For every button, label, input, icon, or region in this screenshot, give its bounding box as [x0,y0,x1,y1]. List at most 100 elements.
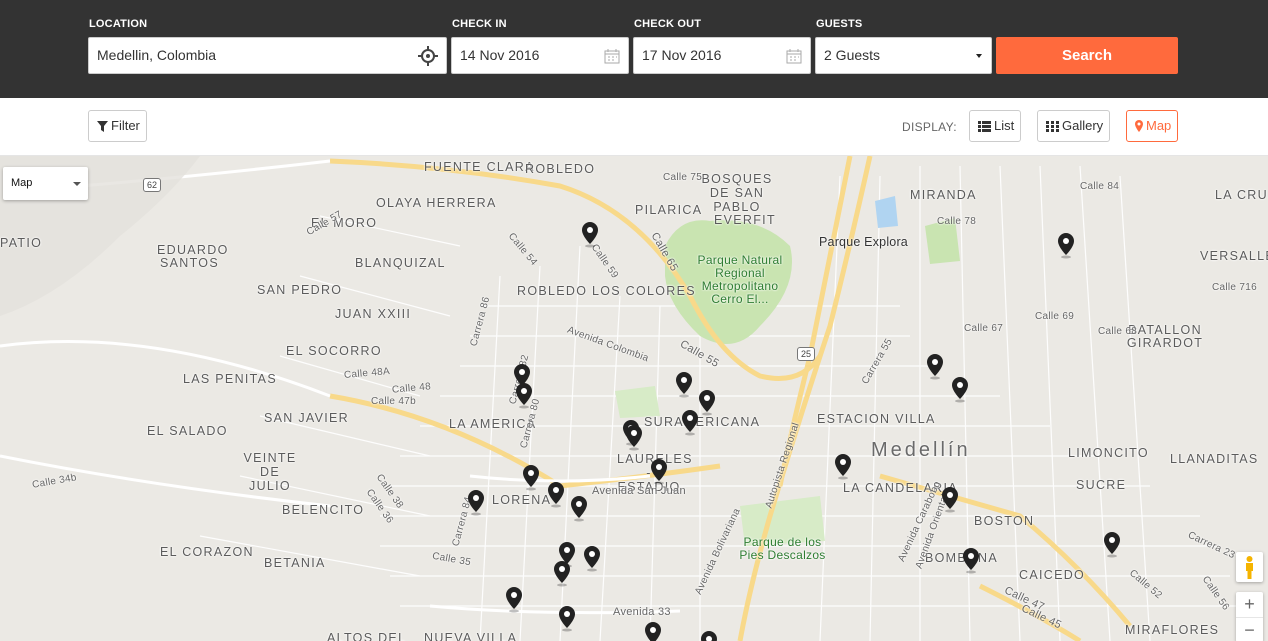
neighborhood-label: SUCRE [1076,478,1127,492]
neighborhood-label: LORENA [492,493,552,507]
neighborhood-label: MIRANDA [910,188,977,202]
neighborhood-label: BELENCITO [282,503,365,517]
neighborhood-label: VEINTE DE JULIO [243,451,297,493]
place-label: Parque Explora [819,235,908,249]
neighborhood-label: ESTACION VILLA [817,412,936,426]
listing-map-pin-icon[interactable] [675,372,693,398]
map-view-button[interactable]: Map [1126,110,1178,142]
listing-map-pin-icon[interactable] [834,454,852,480]
listing-map-pin-icon[interactable] [951,377,969,403]
list-view-button[interactable]: List [969,110,1021,142]
park-label: Parque Natural Regional Metropolitano Ce… [697,253,783,306]
listing-map-pin-icon[interactable] [681,410,699,436]
gallery-label: Gallery [1062,118,1104,133]
listing-map-pin-icon[interactable] [644,622,662,641]
listing-map-pin-icon[interactable] [547,482,565,508]
listing-map-pin-icon[interactable] [926,354,944,380]
neighborhood-label: SAN PEDRO [257,283,343,297]
crosshair-icon[interactable] [418,46,438,66]
street-label: Calle 67 [964,323,1004,334]
neighborhood-label: OLAYA HERRERA [376,196,497,210]
listing-map-pin-icon[interactable] [1057,233,1075,259]
gallery-view-button[interactable]: Gallery [1037,110,1110,142]
guests-label: GUESTS [816,18,863,30]
listing-map-pin-icon[interactable] [700,631,718,641]
street-label: Calle 78 [937,216,977,227]
checkout-label: CHECK OUT [634,18,702,30]
search-bar: LOCATION Medellin, Colombia CHECK IN 14 … [0,0,1268,98]
neighborhood-label: EVERFIT [714,213,776,227]
search-button[interactable]: Search [996,37,1178,74]
map-type-value: Map [11,177,33,189]
calendar-icon [786,49,802,64]
location-label: LOCATION [89,18,148,30]
listing-map-pin-icon[interactable] [698,390,716,416]
city-label: Medellín [871,439,971,461]
neighborhood-label: LA CRUZ [1215,188,1268,202]
location-value: Medellin, Colombia [97,47,217,63]
listing-map-pin-icon[interactable] [467,490,485,516]
listing-map-pin-icon[interactable] [505,587,523,613]
listing-map-pin-icon[interactable] [962,548,980,574]
filter-button[interactable]: Filter [88,110,147,142]
neighborhood-label: LLANADITAS [1170,452,1259,466]
grid-icon [1046,121,1059,132]
neighborhood-label: VERSALLES [1200,249,1268,263]
listing-map-pin-icon[interactable] [570,496,588,522]
checkout-input[interactable]: 17 Nov 2016 [633,37,811,74]
neighborhood-label: EDUARDO SANTOS [157,243,229,270]
listing-map-pin-icon[interactable] [1103,532,1121,558]
neighborhood-label: JUAN XXIII [335,307,412,321]
neighborhood-label: NUEVA VILLA [424,631,518,641]
map-label: Map [1146,118,1172,133]
street-label: Calle 68 [1098,326,1138,337]
listing-map-pin-icon[interactable] [941,487,959,513]
neighborhood-label: CAICEDO [1019,568,1086,582]
neighborhood-label: LIMONCITO [1068,446,1149,460]
neighborhood-label: EL SOCORRO [286,344,382,358]
listing-map-pin-icon[interactable] [515,383,533,409]
park-label: Parque de los Pies Descalzos [739,535,826,562]
checkin-label: CHECK IN [452,18,507,30]
checkout-value: 17 Nov 2016 [642,47,722,63]
listing-map-pin-icon[interactable] [625,425,643,451]
listing-map-pin-icon[interactable] [650,459,668,485]
checkin-value: 14 Nov 2016 [460,47,540,63]
list-icon [978,121,991,132]
neighborhood-label: PATIO [0,236,43,250]
street-view-pegman-icon[interactable] [1236,552,1263,582]
street-label: Avenida San Juan [592,485,686,497]
location-input[interactable]: Medellin, Colombia [88,37,447,74]
street-label: Calle 69 [1035,311,1075,322]
map-type-select[interactable]: Map [3,167,88,200]
view-toolbar: Filter DISPLAY: List Gallery Map [0,98,1268,156]
street-label: Calle 716 [1212,282,1257,293]
neighborhood-label: EL SALADO [147,424,228,438]
map-view[interactable]: 62 25 FUENTE CLARA ROBLEDO BOSQUES DE SA… [0,156,1268,641]
neighborhood-label: PILARICA [635,203,703,217]
neighborhood-label: SAN JAVIER [264,411,350,425]
caret-down-icon [976,54,982,58]
zoom-in-button[interactable]: + [1236,592,1263,617]
neighborhood-label: BOSTON [974,514,1035,528]
checkin-input[interactable]: 14 Nov 2016 [451,37,629,74]
listing-map-pin-icon[interactable] [558,606,576,632]
street-label: Calle 75 [663,172,703,183]
listing-map-pin-icon[interactable] [522,465,540,491]
guests-select[interactable]: 2 Guests [815,37,992,74]
map-marker-icon [1135,120,1143,132]
listing-map-pin-icon[interactable] [581,222,599,248]
zoom-out-button[interactable]: − [1236,617,1263,641]
neighborhood-label: LAS PENITAS [183,372,277,386]
filter-label: Filter [111,118,140,133]
zoom-control: + − [1236,592,1263,641]
neighborhood-label: BETANIA [264,556,326,570]
neighborhood-label: SURAMERICANA [644,415,761,429]
listing-map-pin-icon[interactable] [553,561,571,587]
neighborhood-label: ROBLEDO [525,162,596,176]
display-label: DISPLAY: [902,120,957,134]
neighborhood-label: ALTOS DEL [327,631,407,641]
neighborhood-label: BOSQUES DE SAN PABLO [701,172,773,214]
calendar-icon [604,49,620,64]
listing-map-pin-icon[interactable] [583,546,601,572]
